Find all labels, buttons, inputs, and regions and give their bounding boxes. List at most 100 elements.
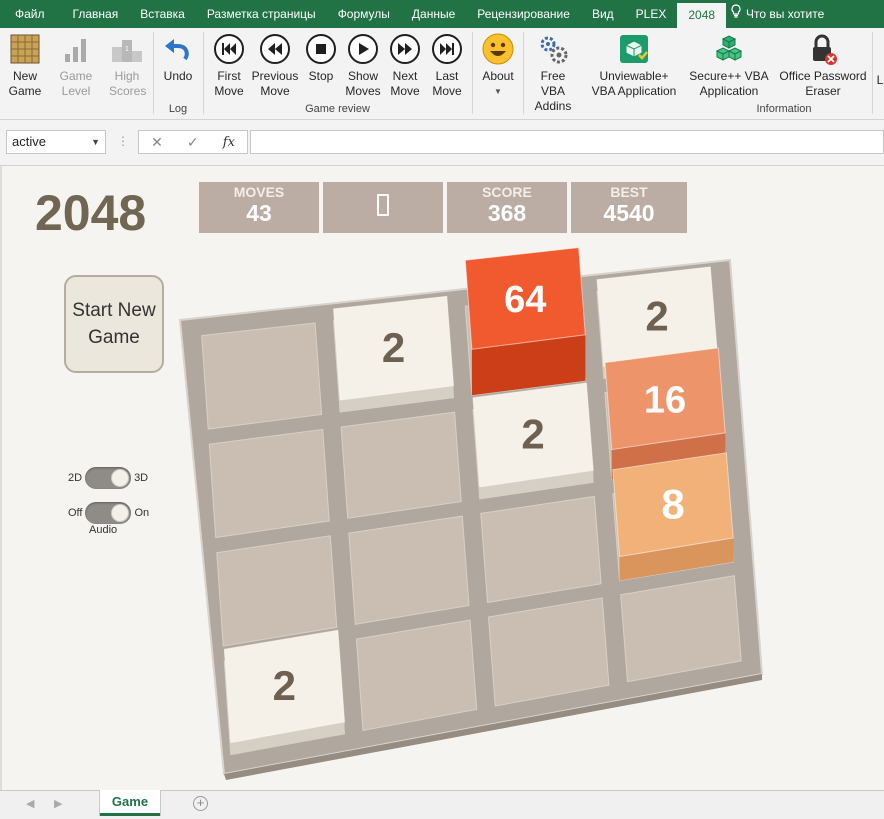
game-level-label: Game Level	[59, 69, 93, 98]
previous-move-button[interactable]: Previous Move	[251, 32, 299, 99]
previous-move-label: Previous Move	[251, 69, 299, 98]
play-icon	[348, 34, 378, 64]
undo-button[interactable]: Undo	[158, 32, 198, 84]
information-group-label: Information	[756, 103, 812, 115]
ribbon-separator	[153, 32, 154, 114]
secure-vba-button[interactable]: Secure++ VBA Application	[688, 32, 770, 99]
unviewable-vba-button[interactable]: Unviewable+ VBA Application	[588, 32, 680, 99]
bar-level-icon	[59, 32, 93, 66]
game-review-group-label: Game review	[305, 103, 370, 115]
scroll-left-icon[interactable]: ◀	[26, 797, 34, 810]
drag-handle-icon[interactable]: ⋮	[117, 134, 129, 148]
dropdown-arrow-icon: ▼	[494, 87, 502, 96]
about-button[interactable]: About ▼	[477, 32, 519, 99]
chevron-down-icon[interactable]: ▼	[91, 131, 100, 153]
tab-review[interactable]: Рецензирование	[466, 0, 581, 28]
name-box[interactable]: active ▼	[6, 130, 106, 154]
tell-me-search[interactable]: Что вы хотите	[726, 0, 824, 28]
svg-text:1: 1	[125, 46, 129, 53]
add-sheet-icon[interactable]: +	[193, 796, 208, 811]
game-level-button[interactable]: Game Level	[55, 32, 97, 99]
tile-value: 64	[504, 279, 546, 321]
vba-cube-icon	[617, 32, 651, 66]
formula-buttons: ✕ ✓ fx	[138, 130, 248, 154]
unviewable-vba-label: Unviewable+ VBA Application	[591, 69, 677, 98]
tab-data[interactable]: Данные	[401, 0, 466, 28]
tab-plex[interactable]: PLEX	[625, 0, 678, 28]
padlock-icon	[806, 32, 840, 66]
smiley-icon	[481, 32, 515, 66]
tab-formulas[interactable]: Формулы	[327, 0, 401, 28]
tile-value: 2	[521, 411, 544, 458]
new-game-button[interactable]: New Game	[5, 32, 45, 99]
sheet-tab-game[interactable]: Game	[100, 790, 160, 816]
log-group-label: Log	[168, 103, 188, 115]
tab-view[interactable]: Вид	[581, 0, 625, 28]
tile-8: 8	[612, 452, 734, 581]
office-password-eraser-label: Office Password Eraser	[779, 69, 867, 98]
ribbon-separator	[872, 32, 873, 114]
tile-2: 2	[223, 629, 346, 755]
tell-me-text: Что вы хотите	[746, 7, 825, 21]
tab-page-layout[interactable]: Разметка страницы	[196, 0, 327, 28]
show-moves-label: Show Moves	[345, 69, 381, 98]
about-label: About	[482, 69, 514, 83]
free-vba-addins-label: Free VBA Addins	[534, 69, 572, 113]
tab-file[interactable]: Файл	[0, 0, 62, 28]
stop-button[interactable]: Stop	[303, 32, 339, 84]
lightbulb-icon	[730, 0, 742, 28]
next-move-button[interactable]: Next Move	[386, 32, 424, 99]
tile-2: 2	[332, 295, 455, 413]
gears-icon	[536, 32, 570, 66]
board-cell	[480, 495, 602, 604]
fx-icon[interactable]: fx	[223, 135, 235, 150]
undo-arrow-icon	[161, 32, 195, 66]
formula-bar: active ▼ ⋮ ✕ ✓ fx	[0, 120, 884, 166]
secure-vba-label: Secure++ VBA Application	[689, 69, 769, 98]
first-move-label: First Move	[214, 69, 244, 98]
first-move-button[interactable]: First Move	[209, 32, 249, 99]
tab-2048[interactable]: 2048	[677, 3, 727, 28]
green-cubes-icon	[712, 32, 746, 66]
tab-home[interactable]: Главная	[62, 0, 130, 28]
high-scores-button[interactable]: 1 High Scores	[105, 32, 149, 99]
tile-value: 2	[382, 324, 405, 371]
name-box-value: active	[12, 134, 46, 149]
tile-value: 2	[645, 292, 668, 339]
rewind-icon	[260, 34, 290, 64]
free-vba-addins-button[interactable]: Free VBA Addins	[527, 32, 579, 114]
formula-input[interactable]	[250, 130, 884, 154]
last-move-button[interactable]: Last Move	[428, 32, 466, 99]
next-move-label: Next Move	[390, 69, 420, 98]
office-password-eraser-button[interactable]: Office Password Eraser	[778, 32, 868, 99]
board-cell	[208, 428, 330, 539]
undo-label: Undo	[163, 69, 193, 83]
board-cell	[348, 515, 470, 625]
tile-value: 2	[273, 662, 296, 709]
game-board[interactable]: 2 64 2 2 16 8 2	[2, 166, 884, 790]
scroll-right-icon[interactable]: ▶	[54, 797, 62, 810]
podium-icon: 1	[110, 32, 144, 66]
ribbon-separator	[472, 32, 473, 114]
tile-2: 2	[472, 382, 594, 499]
skip-forward-icon	[432, 34, 462, 64]
cancel-icon[interactable]: ✕	[151, 134, 163, 151]
enter-icon[interactable]: ✓	[187, 134, 199, 151]
last-move-label: Last Move	[432, 69, 462, 98]
new-game-label: New Game	[8, 69, 42, 98]
tab-insert[interactable]: Вставка	[129, 0, 196, 28]
tile-64: 64	[464, 247, 586, 396]
ribbon-tab-bar: Файл Главная Вставка Разметка страницы Ф…	[0, 0, 884, 28]
cut-off-button[interactable]: L	[876, 73, 884, 88]
tile-value: 8	[661, 480, 684, 527]
tile-value: 16	[644, 379, 686, 421]
board-cell	[201, 322, 323, 430]
ribbon-separator	[203, 32, 204, 114]
stop-label: Stop	[308, 69, 334, 83]
game-sheet: 2048 MOVES 43 SCORE 368 BEST 4540 Start …	[0, 166, 884, 790]
board-cell	[340, 411, 462, 519]
cut-off-label: L	[876, 73, 884, 87]
ribbon: New Game Game Level 1 High Scores Undo L…	[0, 28, 884, 120]
show-moves-button[interactable]: Show Moves	[342, 32, 384, 99]
ribbon-separator	[523, 32, 524, 114]
